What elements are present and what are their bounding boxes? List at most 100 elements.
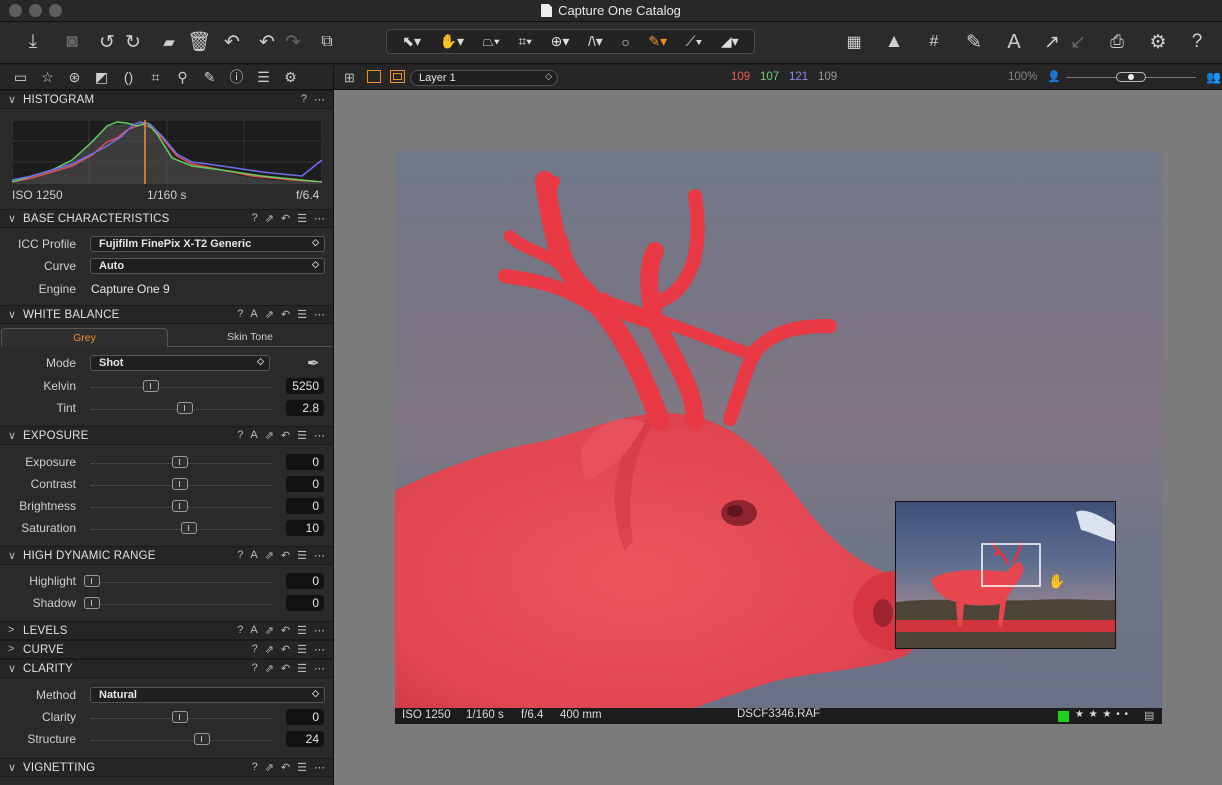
expand-chevron-icon[interactable]: > [8,624,14,636]
brightness-slider-handle[interactable] [172,500,188,512]
pick-icon[interactable]: ⇗ [265,308,274,321]
highlight-value-field[interactable]: 0 [286,573,324,589]
icc-profile-select[interactable]: Fujifilm FinePix X-T2 Generic ◇ [90,236,325,252]
rating-stars[interactable]: ★ ★ ★ • • [1075,709,1129,720]
reset-icon[interactable]: ↶ [281,429,290,442]
layer-select[interactable]: Layer 1 ◇ [410,70,558,86]
grid-overlay-icon[interactable]: # [922,29,946,55]
help-icon[interactable]: ? [237,624,243,637]
mode-select[interactable]: Shot ◇ [90,355,270,371]
color-icon[interactable]: ⊛ [61,69,88,86]
adjustments-icon[interactable]: ✎ [196,69,223,86]
kelvin-slider-handle[interactable] [143,380,159,392]
exposure-header[interactable]: ∨ EXPOSURE ? A ⇗ ↶ ☰ ⋯ [0,426,333,445]
text-annotation-icon[interactable]: A [1002,29,1026,55]
settings-tab-icon[interactable]: ⚙ [277,69,304,86]
eyedropper-icon[interactable]: ✒ [307,354,320,372]
info-menu-icon[interactable]: ▤ [1144,709,1154,722]
exposure-icon[interactable]: ◩ [88,69,115,86]
presets-icon[interactable]: ☰ [297,429,307,442]
highlight-slider-handle[interactable] [84,575,100,587]
hdr-header[interactable]: ∨ HIGH DYNAMIC RANGE ? A ⇗ ↶ ☰ ⋯ [0,546,333,565]
details-icon[interactable]: ⚲ [169,69,196,86]
camera-icon[interactable]: ◙ [60,29,84,55]
collapse-chevron-icon[interactable]: ∨ [8,429,16,442]
draw-icon[interactable]: ✎ [962,29,986,55]
color-picker-icon[interactable]: ⟋▾ [686,33,703,50]
reset-icon[interactable]: ↶ [281,761,290,774]
help-icon[interactable]: ? [237,549,243,562]
more-icon[interactable]: ⋯ [314,429,325,442]
presets-icon[interactable]: ☰ [297,212,307,225]
import-icon[interactable]: ⤓ [20,29,46,55]
collapse-chevron-icon[interactable]: ∨ [8,549,16,562]
exposure-value-field[interactable]: 0 [286,454,324,470]
presets-icon[interactable]: ☰ [297,624,307,637]
favorites-star-icon[interactable]: ☆ [34,69,61,86]
help-icon[interactable]: ? [252,212,258,225]
contrast-value-field[interactable]: 0 [286,476,324,492]
saturation-value-field[interactable]: 10 [286,520,324,536]
shadow-slider-handle[interactable] [84,597,100,609]
print-icon[interactable]: ⎙ [1105,29,1129,55]
copy-arrow-icon[interactable]: ↙ [1067,29,1089,55]
output-icon[interactable]: ☰ [250,69,277,86]
curve-select[interactable]: Auto ◇ [90,258,325,274]
presets-icon[interactable]: ☰ [297,662,307,675]
structure-slider-track[interactable] [91,740,271,741]
crop-icon[interactable]: ⌗▾ [518,33,532,50]
presets-icon[interactable]: ☰ [297,549,307,562]
reset-icon[interactable]: ↶ [281,643,290,656]
collapse-chevron-icon[interactable]: ∨ [8,93,16,106]
reset-icon[interactable]: ↶ [281,308,290,321]
auto-icon[interactable]: A [250,429,257,442]
metadata-icon[interactable]: ⓘ [223,67,250,87]
pick-icon[interactable]: ⇗ [265,212,274,225]
undo-icon[interactable]: ↶ [256,29,278,55]
highlight-slider-track[interactable] [91,582,271,583]
move-to-folder-icon[interactable]: ▰ [157,29,181,55]
help-icon[interactable]: ? [1186,29,1208,55]
method-select[interactable]: Natural ◇ [90,687,325,703]
grid-view-icon[interactable]: ▦ [842,29,866,55]
more-icon[interactable]: ⋯ [314,643,325,656]
auto-icon[interactable]: A [250,308,257,321]
collapse-chevron-icon[interactable]: ∨ [8,662,16,675]
tab-skin-tone[interactable]: Skin Tone [168,328,332,347]
tint-slider-handle[interactable] [177,402,193,414]
navigator-thumbnail[interactable]: ✋ [895,501,1116,649]
white-balance-header[interactable]: ∨ WHITE BALANCE ? A ⇗ ↶ ☰ ⋯ [0,305,333,324]
help-icon[interactable]: ? [237,308,243,321]
more-icon[interactable]: ⋯ [314,549,325,562]
help-icon[interactable]: ? [252,643,258,656]
collapse-chevron-icon[interactable]: ∨ [8,761,16,774]
single-view-icon[interactable] [367,70,381,83]
curve-header[interactable]: > CURVE ? ⇗ ↶ ☰ ⋯ [0,640,333,659]
vignetting-header[interactable]: ∨ VIGNETTING ? ⇗ ↶ ☰ ⋯ [0,758,333,777]
reset-icon[interactable]: ↶ [281,549,290,562]
tab-grey[interactable]: Grey [1,328,168,347]
expand-chevron-icon[interactable]: > [8,643,14,655]
structure-slider-handle[interactable] [194,733,210,745]
color-tag-green[interactable] [1058,711,1069,722]
clarity-slider-handle[interactable] [172,711,188,723]
pick-icon[interactable]: ⇗ [265,429,274,442]
main-photo[interactable]: ✋ [395,151,1162,708]
more-icon[interactable]: ⋯ [314,212,325,225]
select-cursor-icon[interactable]: ⬉▾ [402,33,421,50]
saturation-slider-handle[interactable] [181,522,197,534]
kelvin-value-field[interactable]: 5250 [286,378,324,394]
presets-icon[interactable]: ☰ [297,761,307,774]
more-icon[interactable]: ⋯ [314,662,325,675]
redo-icon[interactable]: ↷ [282,29,304,55]
clarity-header[interactable]: ∨ CLARITY ? ⇗ ↶ ☰ ⋯ [0,659,333,678]
guides-icon[interactable]: /\▾ [588,33,603,50]
histogram-header[interactable]: ∨ HISTOGRAM ? ⋯ [0,90,333,109]
structure-value-field[interactable]: 24 [286,731,324,747]
circle-mask-icon[interactable]: ○ [621,34,629,50]
lens-icon[interactable]: () [115,69,142,85]
tint-value-field[interactable]: 2.8 [286,400,324,416]
copy-settings-icon[interactable]: ⧉ [314,29,340,55]
apply-arrow-icon[interactable]: ↗ [1041,29,1063,55]
help-icon[interactable]: ? [252,662,258,675]
